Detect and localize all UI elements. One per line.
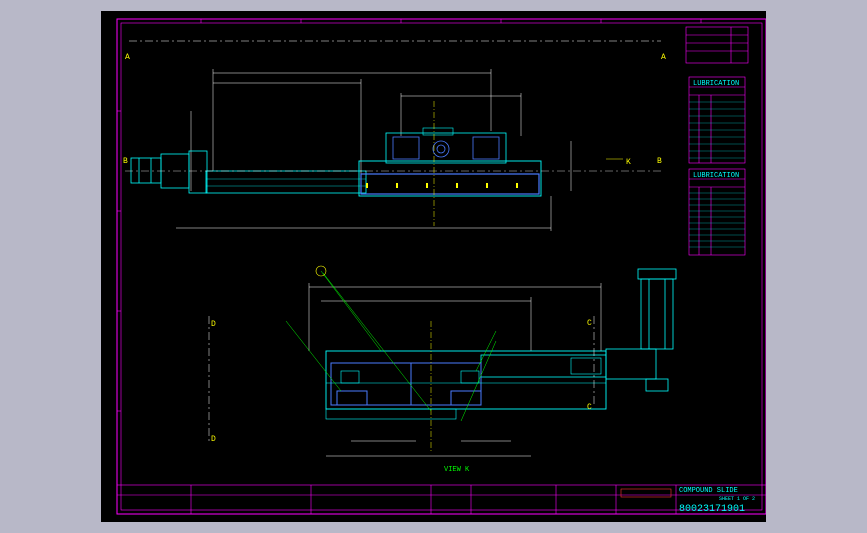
- title-stamp-red: [620, 488, 672, 498]
- title-block: [116, 484, 766, 515]
- bolt-markers: [366, 183, 518, 188]
- zone-ticks: [117, 19, 702, 412]
- drawing-title[interactable]: COMPOUND SLIDE: [679, 487, 738, 495]
- view-k-marker[interactable]: K: [626, 158, 631, 167]
- section-d-label-top[interactable]: D: [211, 320, 216, 329]
- lower-dimensions: [308, 283, 602, 457]
- section-d-label-bottom[interactable]: D: [211, 435, 216, 444]
- section-a-label-right[interactable]: A: [661, 53, 666, 62]
- top-saddle-top: [422, 127, 454, 136]
- section-c-label-top[interactable]: C: [587, 319, 592, 328]
- top-right-header-table: [685, 26, 749, 64]
- callout-leaders: [285, 270, 497, 422]
- drawing-viewport[interactable]: A A B B K D D C C VIEW K LUBRICATION LUB…: [101, 11, 766, 522]
- drawing-sheet: A A B B K D D C C VIEW K LUBRICATION LUB…: [116, 18, 766, 515]
- section-c-label-bottom[interactable]: C: [587, 403, 592, 412]
- drawing-number[interactable]: 80023171901: [679, 504, 745, 515]
- centerlines: [430, 101, 435, 451]
- lower-internal: [325, 370, 606, 420]
- top-carriage-body: [358, 160, 542, 197]
- section-a-label-left[interactable]: A: [125, 53, 130, 62]
- lube-table-2: [688, 168, 746, 256]
- lube-table-1-title: LUBRICATION: [693, 80, 739, 88]
- top-motor: [130, 150, 208, 194]
- view-k-caption[interactable]: VIEW K: [444, 466, 470, 474]
- section-b-label-left[interactable]: B: [123, 157, 128, 166]
- top-dimensions: [176, 69, 572, 231]
- top-saddle: [385, 132, 507, 164]
- lube-table-2-title: LUBRICATION: [693, 172, 739, 180]
- sheet-number[interactable]: SHEET 1 OF 2: [719, 496, 755, 502]
- top-slide-rail: [205, 170, 367, 194]
- lower-carriage: [330, 362, 482, 406]
- section-b-label-right[interactable]: B: [657, 157, 662, 166]
- lower-base-outline: [325, 350, 607, 410]
- lower-rail-ext: [570, 357, 602, 375]
- lube-table-1: [688, 76, 746, 164]
- top-carriage-blue: [360, 173, 540, 195]
- lower-motor: [605, 268, 677, 392]
- saddle-details: [392, 136, 500, 160]
- lube-table-2-rows: [689, 192, 745, 248]
- lube-table-1-rows: [689, 101, 745, 159]
